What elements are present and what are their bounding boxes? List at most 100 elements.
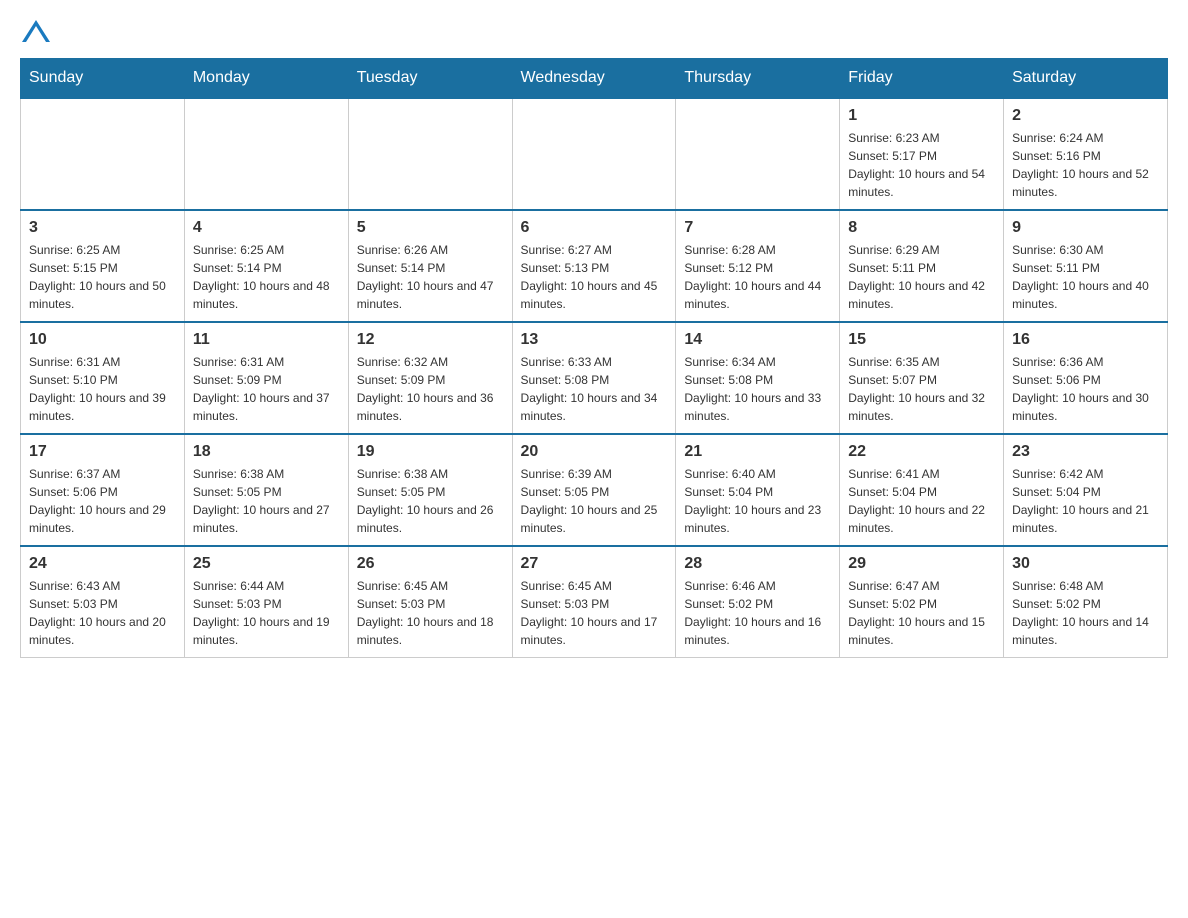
day-number: 1 — [848, 107, 995, 125]
calendar-cell: 15Sunrise: 6:35 AMSunset: 5:07 PMDayligh… — [840, 322, 1004, 434]
day-info: Sunrise: 6:23 AMSunset: 5:17 PMDaylight:… — [848, 129, 995, 201]
day-number: 21 — [684, 443, 831, 461]
day-info: Sunrise: 6:33 AMSunset: 5:08 PMDaylight:… — [521, 353, 668, 425]
day-info: Sunrise: 6:45 AMSunset: 5:03 PMDaylight:… — [521, 577, 668, 649]
day-info: Sunrise: 6:35 AMSunset: 5:07 PMDaylight:… — [848, 353, 995, 425]
day-number: 6 — [521, 219, 668, 237]
day-info: Sunrise: 6:38 AMSunset: 5:05 PMDaylight:… — [357, 465, 504, 537]
day-number: 4 — [193, 219, 340, 237]
day-number: 7 — [684, 219, 831, 237]
day-number: 27 — [521, 555, 668, 573]
day-number: 17 — [29, 443, 176, 461]
calendar-cell: 11 Sunrise: 6:31 AMSunset: 5:09 PMDayligh… — [184, 322, 348, 434]
day-number: 22 — [848, 443, 995, 461]
day-number: 28 — [684, 555, 831, 573]
calendar-cell: 19 Sunrise: 6:38 AMSunset: 5:05 PMDayligh… — [348, 434, 512, 546]
day-info: Sunrise: 6:42 AMSunset: 5:04 PMDaylight:… — [1012, 465, 1159, 537]
day-info: Sunrise: 6:25 AMSunset: 5:14 PMDaylight:… — [193, 241, 340, 313]
calendar-week-row: 10 Sunrise: 6:31 AMSunset: 5:10 PMDayligh… — [21, 322, 1168, 434]
calendar-cell: 16Sunrise: 6:36 AMSunset: 5:06 PMDayligh… — [1004, 322, 1168, 434]
col-monday: Monday — [184, 59, 348, 99]
calendar-cell: 4 Sunrise: 6:25 AMSunset: 5:14 PMDaylight… — [184, 210, 348, 322]
calendar-cell: 8 Sunrise: 6:29 AMSunset: 5:11 PMDaylight… — [840, 210, 1004, 322]
col-sunday: Sunday — [21, 59, 185, 99]
calendar-cell — [184, 98, 348, 210]
day-number: 24 — [29, 555, 176, 573]
day-number: 14 — [684, 331, 831, 349]
calendar-cell: 21 Sunrise: 6:40 AMSunset: 5:04 PMDayligh… — [676, 434, 840, 546]
day-info: Sunrise: 6:47 AMSunset: 5:02 PMDaylight:… — [848, 577, 995, 649]
calendar-week-row: 17 Sunrise: 6:37 AMSunset: 5:06 PMDayligh… — [21, 434, 1168, 546]
calendar-week-row: 1 Sunrise: 6:23 AMSunset: 5:17 PMDaylight… — [21, 98, 1168, 210]
day-number: 2 — [1012, 107, 1159, 125]
calendar-cell: 13 Sunrise: 6:33 AMSunset: 5:08 PMDayligh… — [512, 322, 676, 434]
calendar-cell — [348, 98, 512, 210]
day-info: Sunrise: 6:24 AMSunset: 5:16 PMDaylight:… — [1012, 129, 1159, 201]
day-number: 30 — [1012, 555, 1159, 573]
calendar-cell: 9Sunrise: 6:30 AMSunset: 5:11 PMDaylight… — [1004, 210, 1168, 322]
day-info: Sunrise: 6:46 AMSunset: 5:02 PMDaylight:… — [684, 577, 831, 649]
calendar-cell: 1 Sunrise: 6:23 AMSunset: 5:17 PMDaylight… — [840, 98, 1004, 210]
day-info: Sunrise: 6:29 AMSunset: 5:11 PMDaylight:… — [848, 241, 995, 313]
calendar-cell: 3 Sunrise: 6:25 AMSunset: 5:15 PMDaylight… — [21, 210, 185, 322]
day-number: 3 — [29, 219, 176, 237]
day-info: Sunrise: 6:44 AMSunset: 5:03 PMDaylight:… — [193, 577, 340, 649]
calendar-cell: 28 Sunrise: 6:46 AMSunset: 5:02 PMDayligh… — [676, 546, 840, 658]
day-number: 26 — [357, 555, 504, 573]
col-wednesday: Wednesday — [512, 59, 676, 99]
calendar-week-row: 3 Sunrise: 6:25 AMSunset: 5:15 PMDaylight… — [21, 210, 1168, 322]
calendar-cell: 25 Sunrise: 6:44 AMSunset: 5:03 PMDayligh… — [184, 546, 348, 658]
day-number: 29 — [848, 555, 995, 573]
day-number: 10 — [29, 331, 176, 349]
calendar-cell — [512, 98, 676, 210]
calendar-cell — [21, 98, 185, 210]
day-info: Sunrise: 6:39 AMSunset: 5:05 PMDaylight:… — [521, 465, 668, 537]
calendar-header-row: Sunday Monday Tuesday Wednesday Thursday… — [21, 59, 1168, 99]
day-number: 23 — [1012, 443, 1159, 461]
calendar-cell: 14 Sunrise: 6:34 AMSunset: 5:08 PMDayligh… — [676, 322, 840, 434]
calendar-cell: 5 Sunrise: 6:26 AMSunset: 5:14 PMDaylight… — [348, 210, 512, 322]
day-info: Sunrise: 6:45 AMSunset: 5:03 PMDaylight:… — [357, 577, 504, 649]
calendar-cell: 6 Sunrise: 6:27 AMSunset: 5:13 PMDaylight… — [512, 210, 676, 322]
day-info: Sunrise: 6:31 AMSunset: 5:09 PMDaylight:… — [193, 353, 340, 425]
day-info: Sunrise: 6:34 AMSunset: 5:08 PMDaylight:… — [684, 353, 831, 425]
calendar-week-row: 24 Sunrise: 6:43 AMSunset: 5:03 PMDayligh… — [21, 546, 1168, 658]
day-info: Sunrise: 6:43 AMSunset: 5:03 PMDaylight:… — [29, 577, 176, 649]
day-info: Sunrise: 6:30 AMSunset: 5:11 PMDaylight:… — [1012, 241, 1159, 313]
calendar-cell: 12 Sunrise: 6:32 AMSunset: 5:09 PMDayligh… — [348, 322, 512, 434]
day-info: Sunrise: 6:26 AMSunset: 5:14 PMDaylight:… — [357, 241, 504, 313]
day-info: Sunrise: 6:32 AMSunset: 5:09 PMDaylight:… — [357, 353, 504, 425]
day-number: 8 — [848, 219, 995, 237]
calendar-cell: 18Sunrise: 6:38 AMSunset: 5:05 PMDayligh… — [184, 434, 348, 546]
calendar-cell: 30 Sunrise: 6:48 AMSunset: 5:02 PMDayligh… — [1004, 546, 1168, 658]
calendar-cell: 27 Sunrise: 6:45 AMSunset: 5:03 PMDayligh… — [512, 546, 676, 658]
day-info: Sunrise: 6:31 AMSunset: 5:10 PMDaylight:… — [29, 353, 176, 425]
day-number: 12 — [357, 331, 504, 349]
page-header — [20, 20, 1168, 42]
day-info: Sunrise: 6:27 AMSunset: 5:13 PMDaylight:… — [521, 241, 668, 313]
calendar-cell: 26 Sunrise: 6:45 AMSunset: 5:03 PMDayligh… — [348, 546, 512, 658]
col-thursday: Thursday — [676, 59, 840, 99]
day-info: Sunrise: 6:28 AMSunset: 5:12 PMDaylight:… — [684, 241, 831, 313]
day-number: 16 — [1012, 331, 1159, 349]
day-number: 11 — [193, 331, 340, 349]
calendar-cell — [676, 98, 840, 210]
day-info: Sunrise: 6:48 AMSunset: 5:02 PMDaylight:… — [1012, 577, 1159, 649]
day-info: Sunrise: 6:40 AMSunset: 5:04 PMDaylight:… — [684, 465, 831, 537]
logo-icon — [22, 20, 50, 42]
day-info: Sunrise: 6:37 AMSunset: 5:06 PMDaylight:… — [29, 465, 176, 537]
day-number: 25 — [193, 555, 340, 573]
calendar-table: Sunday Monday Tuesday Wednesday Thursday… — [20, 58, 1168, 658]
calendar-cell: 2 Sunrise: 6:24 AMSunset: 5:16 PMDaylight… — [1004, 98, 1168, 210]
day-number: 5 — [357, 219, 504, 237]
day-number: 13 — [521, 331, 668, 349]
logo — [20, 20, 50, 42]
day-number: 20 — [521, 443, 668, 461]
day-info: Sunrise: 6:41 AMSunset: 5:04 PMDaylight:… — [848, 465, 995, 537]
day-number: 19 — [357, 443, 504, 461]
calendar-cell: 17 Sunrise: 6:37 AMSunset: 5:06 PMDayligh… — [21, 434, 185, 546]
calendar-cell: 29 Sunrise: 6:47 AMSunset: 5:02 PMDayligh… — [840, 546, 1004, 658]
calendar-cell: 7 Sunrise: 6:28 AMSunset: 5:12 PMDaylight… — [676, 210, 840, 322]
col-tuesday: Tuesday — [348, 59, 512, 99]
day-info: Sunrise: 6:25 AMSunset: 5:15 PMDaylight:… — [29, 241, 176, 313]
